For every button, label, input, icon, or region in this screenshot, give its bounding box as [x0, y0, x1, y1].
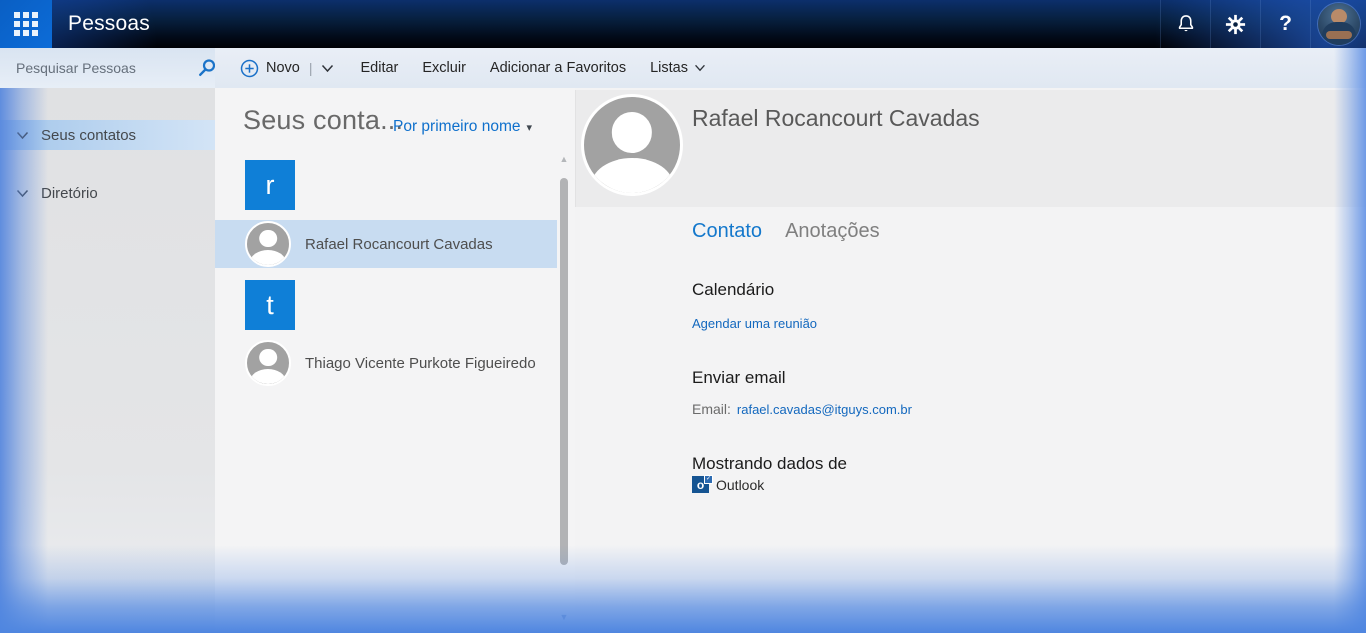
delete-button[interactable]: Excluir — [422, 60, 466, 76]
sidebar-item-label: Seus contatos — [41, 127, 136, 144]
new-button-label: Novo — [266, 60, 300, 76]
caret-down-icon: ▾ — [527, 121, 533, 134]
contact-name: Thiago Vicente Purkote Figueiredo — [305, 355, 536, 372]
scrollbar-up-arrow[interactable]: ▲ — [559, 154, 569, 164]
group-letter-tile[interactable]: t — [245, 280, 295, 330]
chevron-down-icon — [321, 64, 334, 73]
section-heading-mostrando-dados: Mostrando dados de — [692, 454, 847, 474]
tab-contato[interactable]: Contato — [692, 220, 762, 243]
add-to-favorites-button[interactable]: Adicionar a Favoritos — [490, 60, 626, 76]
user-account-button[interactable] — [1310, 0, 1366, 48]
schedule-meeting-link[interactable]: Agendar uma reunião — [692, 316, 817, 331]
sidebar-item-seus-contatos[interactable]: Seus contatos — [0, 120, 215, 150]
contact-detail-name: Rafael Rocancourt Cavadas — [692, 105, 980, 132]
new-contact-button[interactable]: Novo — [240, 59, 300, 78]
lists-dropdown-button[interactable]: Listas — [650, 60, 706, 76]
detail-tabs: Contato Anotações — [692, 220, 880, 243]
chevron-down-icon — [694, 64, 706, 72]
contact-detail-pane: Rafael Rocancourt Cavadas Contato Anotaç… — [575, 88, 1366, 633]
email-address-link[interactable]: rafael.cavadas@itguys.com.br — [737, 402, 912, 417]
waffle-grid-icon — [14, 12, 38, 36]
edit-button[interactable]: Editar — [361, 60, 399, 76]
search-input[interactable] — [0, 60, 197, 76]
outlook-logo-icon: o ✓ — [692, 476, 709, 493]
data-source-row: o ✓ Outlook — [692, 476, 764, 493]
gear-icon — [1224, 13, 1247, 36]
contact-list-heading: Seus conta... — [243, 105, 403, 136]
tab-anotacoes[interactable]: Anotações — [785, 220, 880, 243]
circled-plus-icon — [240, 59, 259, 78]
contact-list-item-rafael[interactable]: Rafael Rocancourt Cavadas — [215, 220, 557, 268]
search-button[interactable] — [197, 48, 217, 88]
data-source-label: Outlook — [716, 477, 764, 493]
lists-label: Listas — [650, 60, 688, 76]
person-silhouette-icon — [245, 221, 291, 267]
top-navigation-bar: Pessoas — [0, 0, 1366, 48]
chevron-down-icon — [16, 131, 29, 140]
sidebar-item-label: Diretório — [41, 185, 98, 202]
scrollbar-thumb[interactable] — [560, 178, 568, 565]
user-avatar-photo — [1318, 3, 1360, 45]
settings-button[interactable] — [1210, 0, 1260, 48]
magnifier-icon — [197, 58, 217, 78]
page-title: Pessoas — [68, 0, 150, 48]
sidebar-item-diretorio[interactable]: Diretório — [0, 178, 215, 208]
email-row: Email: rafael.cavadas@itguys.com.br — [692, 401, 912, 417]
notifications-button[interactable] — [1160, 0, 1210, 48]
contact-list-item-thiago[interactable]: Thiago Vicente Purkote Figueiredo — [215, 339, 557, 387]
section-heading-enviar-email: Enviar email — [692, 368, 786, 388]
scrollbar-down-arrow[interactable]: ▼ — [559, 612, 569, 622]
owa-people-app: Pessoas — [0, 0, 1366, 633]
person-silhouette-icon — [581, 94, 683, 196]
folders-sidebar: Seus contatos Diretório — [0, 88, 215, 633]
app-launcher-button[interactable] — [0, 0, 52, 48]
new-dropdown-button[interactable] — [321, 64, 334, 73]
search-strip — [0, 48, 215, 88]
toolbar-separator: | — [309, 60, 313, 76]
section-heading-calendario: Calendário — [692, 280, 774, 300]
sort-order-dropdown[interactable]: Por primeiro nome ▾ — [393, 118, 532, 136]
contact-name: Rafael Rocancourt Cavadas — [305, 236, 493, 253]
bell-icon — [1175, 13, 1197, 35]
group-letter-tile[interactable]: r — [245, 160, 295, 210]
question-mark-icon: ? — [1279, 12, 1292, 36]
help-button[interactable]: ? — [1260, 0, 1310, 48]
command-toolbar: Novo | Editar Excluir Adicionar a Favori… — [215, 48, 1366, 88]
chevron-down-icon — [16, 189, 29, 198]
email-label: Email: — [692, 401, 731, 417]
contact-list-panel: Seus conta... Por primeiro nome ▾ r Rafa… — [215, 88, 575, 633]
person-silhouette-icon — [245, 340, 291, 386]
sort-order-label: Por primeiro nome — [393, 118, 521, 136]
